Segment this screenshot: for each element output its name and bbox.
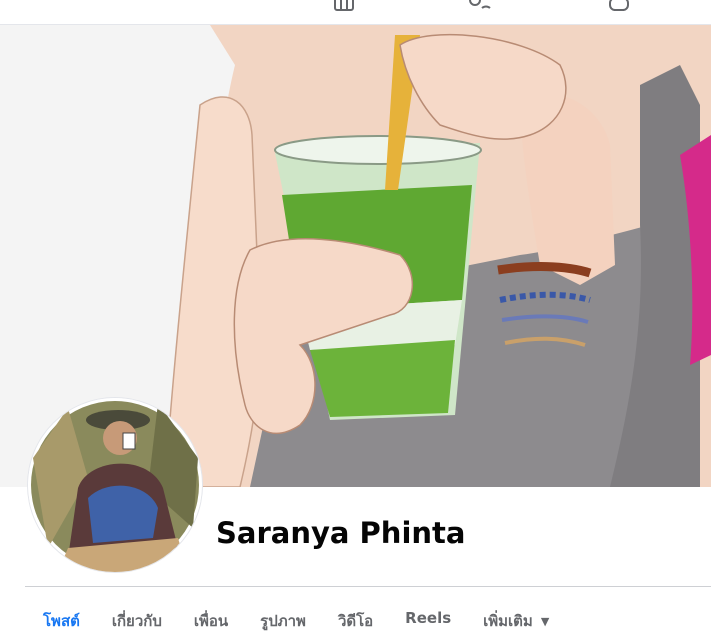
tab-about[interactable]: เกี่ยวกับ bbox=[96, 598, 178, 630]
profile-avatar[interactable] bbox=[28, 398, 202, 572]
tab-friends[interactable]: เพื่อน bbox=[178, 598, 244, 630]
tab-photos[interactable]: รูปภาพ bbox=[244, 598, 322, 630]
profile-name: Saranya Phinta bbox=[216, 516, 466, 550]
tab-reels[interactable]: Reels bbox=[389, 598, 467, 628]
tab-videos[interactable]: วิดีโอ bbox=[322, 598, 389, 630]
profile-divider bbox=[25, 586, 711, 587]
groups-icon[interactable] bbox=[466, 0, 492, 19]
gaming-icon[interactable] bbox=[606, 0, 632, 19]
caret-down-icon: ▼ bbox=[540, 615, 550, 628]
profile-tabs: โพสต์ เกี่ยวกับ เพื่อน รูปภาพ วิดีโอ Ree… bbox=[27, 598, 565, 639]
tab-posts[interactable]: โพสต์ bbox=[27, 598, 96, 630]
tab-more[interactable]: เพิ่มเติม ▼ bbox=[467, 598, 565, 630]
marketplace-icon[interactable] bbox=[332, 0, 356, 19]
top-navigation-bar bbox=[0, 0, 711, 25]
tab-more-label: เพิ่มเติม bbox=[483, 612, 533, 630]
